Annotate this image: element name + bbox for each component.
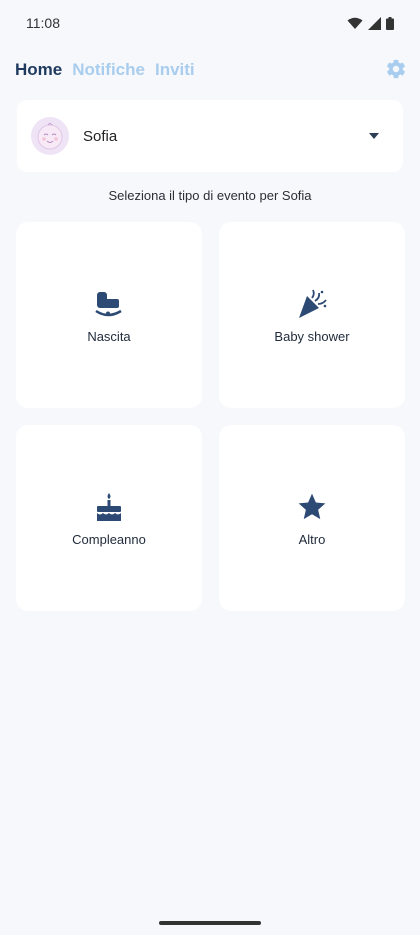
profile-selector[interactable]: Sofia bbox=[17, 100, 403, 172]
top-nav: Home Notifiche Inviti bbox=[0, 56, 420, 84]
wifi-icon bbox=[347, 17, 363, 29]
event-label: Baby shower bbox=[274, 328, 350, 344]
event-card-baby-shower[interactable]: Baby shower bbox=[219, 222, 405, 408]
star-icon bbox=[295, 490, 329, 524]
event-card-compleanno[interactable]: Compleanno bbox=[16, 425, 202, 611]
event-card-altro[interactable]: Altro bbox=[219, 425, 405, 611]
tab-home[interactable]: Home bbox=[15, 60, 62, 80]
profile-name: Sofia bbox=[83, 127, 118, 145]
home-indicator[interactable] bbox=[159, 921, 261, 925]
section-subtitle: Seleziona il tipo di evento per Sofia bbox=[108, 188, 312, 203]
gear-icon[interactable] bbox=[385, 58, 407, 80]
avatar bbox=[31, 117, 69, 155]
status-bar: 11:08 bbox=[0, 0, 420, 46]
status-time: 11:08 bbox=[26, 15, 60, 31]
party-popper-icon bbox=[295, 287, 329, 321]
event-label: Nascita bbox=[87, 328, 131, 344]
event-label: Altro bbox=[298, 531, 326, 547]
tab-notifiche[interactable]: Notifiche bbox=[72, 60, 145, 80]
caret-down-icon[interactable] bbox=[369, 133, 379, 139]
event-card-nascita[interactable]: Nascita bbox=[16, 222, 202, 408]
cradle-icon bbox=[92, 287, 126, 321]
birthday-cake-icon bbox=[92, 490, 126, 524]
battery-icon bbox=[386, 16, 394, 30]
tab-inviti[interactable]: Inviti bbox=[155, 60, 195, 80]
event-label: Compleanno bbox=[72, 531, 146, 547]
baby-face-icon bbox=[37, 122, 63, 150]
cell-signal-icon bbox=[368, 16, 381, 30]
status-icons bbox=[347, 16, 394, 30]
